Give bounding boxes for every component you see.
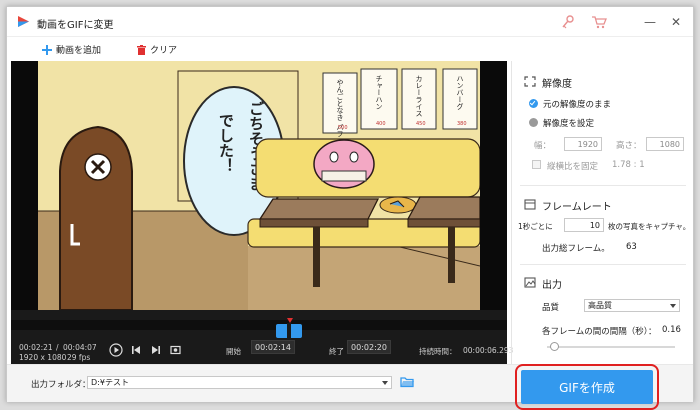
end-time-field[interactable]: 00:02:20 [347, 340, 391, 354]
menu-price-2: 400 [376, 121, 386, 127]
quality-select-value: 高品質 [588, 301, 612, 310]
app-logo-icon [18, 16, 29, 27]
add-video-label: 動画を追加 [56, 46, 102, 56]
per-second-suffix: 枚の写真をキャプチャ。 [608, 222, 691, 231]
duration-value: 00:00:06.293 [463, 346, 514, 355]
next-frame-icon[interactable] [151, 345, 161, 355]
interval-slider[interactable] [547, 346, 675, 348]
menu-price-4: 380 [457, 121, 467, 127]
keep-original-radio[interactable] [529, 99, 538, 108]
settings-panel: 解像度 元の解像度のまま 解像度を設定 幅： 1920 高さ： 1080 縦横比… [511, 61, 693, 364]
image-icon [524, 277, 536, 288]
trim-range-gap [287, 323, 291, 338]
title-bar: 動画をGIFに変更 — ✕ [7, 7, 693, 37]
chevron-down-icon [670, 304, 676, 308]
keep-original-label: 元の解像度のまま [543, 100, 612, 110]
minimize-button[interactable]: — [641, 13, 659, 31]
duration-label: 持続時間： [419, 347, 457, 356]
film-icon [524, 199, 536, 210]
close-button[interactable]: ✕ [667, 13, 685, 31]
trash-icon [137, 44, 146, 55]
add-video-button[interactable]: 動画を追加 [42, 43, 101, 56]
frames-per-second-input[interactable]: 10 [564, 218, 604, 232]
fix-ratio-label: 縦横比を固定 [547, 162, 599, 172]
toolbar: 動画を追加 クリア [7, 37, 693, 61]
end-label: 終了 [329, 347, 344, 356]
clear-button[interactable]: クリア [137, 43, 177, 56]
timeline-track[interactable] [11, 320, 507, 330]
video-preview: ごちそうさま でした！ やんごとなき パフェ 500 チャーハン 400 カレー… [11, 61, 507, 310]
framerate-title: フレームレート [542, 202, 612, 213]
menu-item-3: カレーライス [415, 75, 423, 117]
cart-icon[interactable] [591, 14, 607, 30]
plus-icon [42, 44, 52, 55]
window-title: 動画をGIFに変更 [37, 20, 114, 31]
menu-price-1: 500 [338, 125, 348, 131]
height-label: 高さ： [616, 141, 642, 151]
key-icon[interactable] [560, 14, 576, 30]
folder-icon[interactable] [400, 376, 414, 388]
set-resolution-label: 解像度を設定 [543, 119, 595, 129]
playhead-marker[interactable] [287, 318, 293, 323]
interval-slider-handle[interactable] [549, 342, 559, 351]
total-frames-label: 出力総フレーム。 [542, 244, 610, 254]
current-time: 00:02:21 [19, 343, 53, 352]
output-folder-value: D:¥テスト [91, 378, 129, 387]
play-icon[interactable] [109, 343, 123, 357]
output-folder-select[interactable]: D:¥テスト [87, 376, 392, 389]
previous-frame-icon[interactable] [131, 345, 141, 355]
quality-label: 品質 [542, 303, 560, 313]
total-frames-value: 63 [626, 242, 637, 252]
menu-item-4: ハンバーグ [456, 75, 464, 110]
interval-label: 各フレームの間の間隔（秒）： [542, 327, 657, 337]
output-title: 出力 [542, 280, 562, 291]
menu-price-3: 450 [416, 121, 426, 127]
video-resolution: 1920 x 1080 [19, 353, 67, 362]
width-label: 幅： [534, 141, 552, 151]
speech-line-2: でした！ [217, 113, 235, 173]
width-input[interactable]: 1920 [564, 137, 602, 151]
video-fps: 29 fps [67, 353, 91, 362]
snapshot-icon[interactable] [170, 344, 181, 355]
ratio-value: 1.78 : 1 [612, 160, 645, 170]
fix-ratio-checkbox[interactable] [532, 160, 541, 169]
video-frame: ごちそうさま でした！ やんごとなき パフェ 500 チャーハン 400 カレー… [38, 61, 480, 310]
time-separator: / [56, 343, 59, 352]
start-label: 開始 [226, 347, 241, 356]
per-second-label: 1秒ごとに [518, 222, 553, 231]
quality-select[interactable]: 高品質 [584, 299, 680, 312]
total-time: 00:04:07 [63, 343, 97, 352]
resolution-icon [524, 76, 536, 87]
menu-item-1: やんごとなき パフェ [336, 79, 344, 144]
height-input[interactable]: 1080 [646, 137, 684, 151]
resolution-title: 解像度 [542, 79, 572, 90]
menu-item-2: チャーハン [375, 75, 383, 110]
divider [520, 264, 686, 265]
interval-value: 0.16 [662, 325, 681, 335]
start-time-field[interactable]: 00:02:14 [251, 340, 295, 354]
clear-label: クリア [150, 46, 178, 56]
app-window: 動画をGIFに変更 — ✕ 動画を追加 クリア ごちそうさま でした！ やんごと… [6, 6, 694, 410]
create-gif-highlight [515, 364, 659, 410]
player-controls: 00:02:21 / 00:04:07 1920 x 1080 29 fps 開… [11, 310, 513, 364]
set-resolution-radio[interactable] [529, 118, 538, 127]
chevron-down-icon [382, 381, 388, 385]
divider [520, 185, 686, 186]
output-folder-label: 出力フォルダ： [31, 380, 91, 390]
